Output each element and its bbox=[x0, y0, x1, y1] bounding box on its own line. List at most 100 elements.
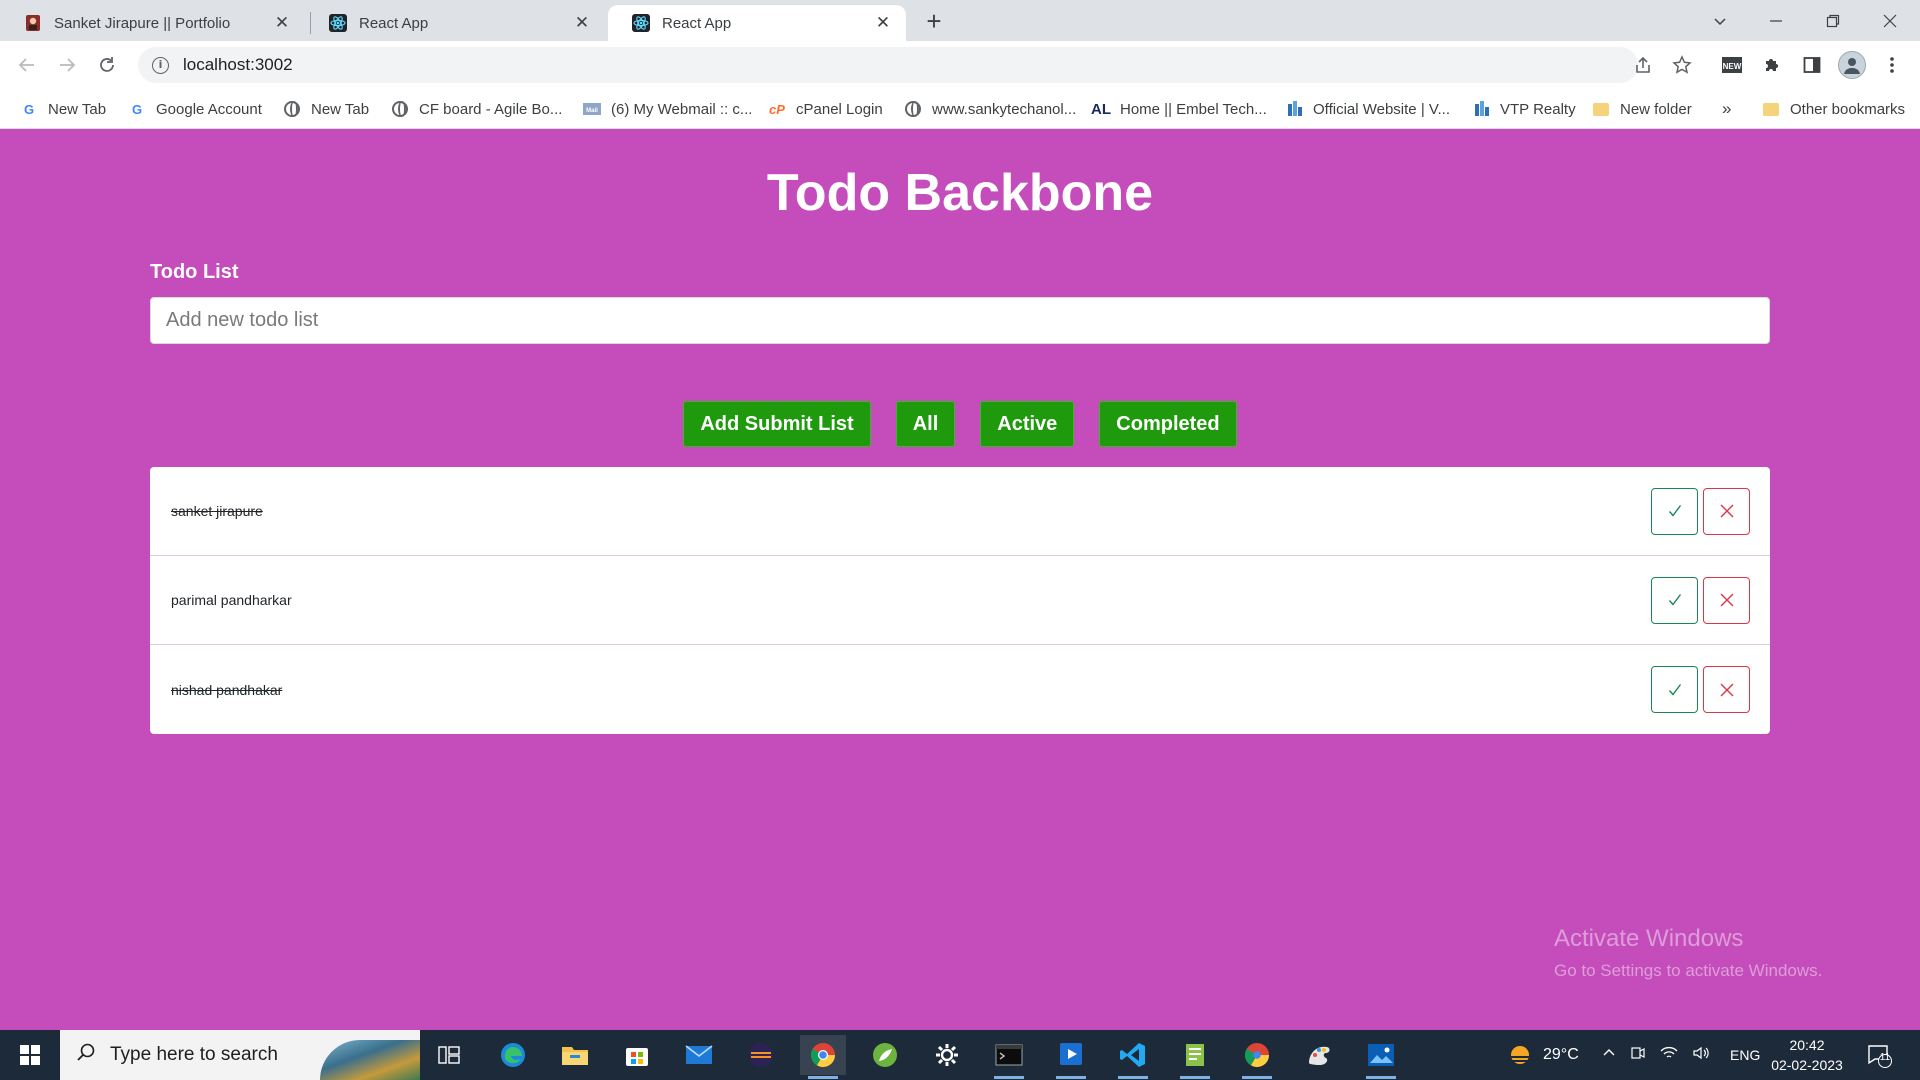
search-icon bbox=[76, 1042, 96, 1068]
activate-windows-watermark: Activate Windows Go to Settings to activ… bbox=[1554, 925, 1822, 981]
meet-now-icon[interactable] bbox=[1630, 1045, 1646, 1066]
chevron-up-icon[interactable] bbox=[1602, 1046, 1616, 1065]
filter-active-button[interactable]: Active bbox=[980, 401, 1075, 447]
extensions-puzzle-icon[interactable] bbox=[1758, 51, 1786, 79]
todo-item: parimal pandharkar bbox=[150, 556, 1770, 645]
settings-gear-icon[interactable] bbox=[924, 1035, 970, 1075]
bookmark-star-icon[interactable] bbox=[1667, 47, 1697, 83]
bookmark-sankytechanol[interactable]: www.sankytechanol... bbox=[904, 97, 1076, 121]
volume-icon[interactable] bbox=[1692, 1045, 1710, 1066]
react-favicon-icon bbox=[632, 14, 650, 32]
filter-completed-button[interactable]: Completed bbox=[1099, 401, 1237, 447]
site-info-icon[interactable]: i bbox=[152, 56, 169, 74]
mail-icon[interactable] bbox=[676, 1035, 722, 1075]
todo-list: sanket jirapure parimal pandharkar nisha… bbox=[150, 467, 1770, 734]
edge-browser-icon[interactable] bbox=[490, 1035, 536, 1075]
todo-app: Todo Backbone Todo List Add Submit List … bbox=[0, 129, 1920, 1030]
taskbar-search-box[interactable]: Type here to search bbox=[60, 1030, 420, 1080]
close-window-icon[interactable] bbox=[1862, 0, 1918, 41]
terminal-icon[interactable] bbox=[986, 1035, 1032, 1079]
more-bookmarks-chevron-icon[interactable]: » bbox=[1722, 97, 1731, 121]
watermark-subtitle: Go to Settings to activate Windows. bbox=[1554, 961, 1823, 980]
bookmark-webmail[interactable]: Mail (6) My Webmail :: c... bbox=[583, 97, 752, 121]
complete-todo-button[interactable] bbox=[1651, 576, 1698, 624]
photos-icon[interactable] bbox=[1358, 1035, 1404, 1079]
address-bar[interactable]: i localhost:3002 bbox=[138, 47, 1638, 83]
back-arrow-icon[interactable] bbox=[13, 51, 41, 79]
close-icon[interactable]: ✕ bbox=[874, 14, 892, 32]
bookmark-label: Official Website | V... bbox=[1313, 100, 1451, 118]
filter-all-button[interactable]: All bbox=[895, 401, 956, 447]
todo-list-label: Todo List bbox=[150, 261, 239, 283]
restore-icon[interactable] bbox=[1805, 0, 1861, 41]
browser-tab-portfolio[interactable]: Sanket Jirapure || Portfolio ✕ bbox=[0, 5, 305, 41]
checkmark-icon bbox=[1668, 594, 1681, 606]
globe-icon bbox=[904, 100, 922, 118]
tab-title: Sanket Jirapure || Portfolio bbox=[54, 14, 231, 32]
globe-icon bbox=[391, 100, 409, 118]
close-icon[interactable]: ✕ bbox=[573, 14, 591, 32]
bookmark-label: Google Account bbox=[156, 100, 262, 118]
bookmark-label: New folder bbox=[1620, 100, 1692, 118]
weather-temperature: 29°C bbox=[1543, 1046, 1579, 1063]
wifi-icon[interactable] bbox=[1660, 1045, 1678, 1066]
delete-todo-button[interactable] bbox=[1703, 487, 1750, 535]
browser-tab-react-app[interactable]: React App ✕ bbox=[305, 5, 605, 41]
bookmark-google-account[interactable]: G Google Account bbox=[128, 97, 262, 121]
address-text: localhost:3002 bbox=[183, 55, 293, 74]
add-submit-list-button[interactable]: Add Submit List bbox=[683, 401, 871, 447]
bookmark-new-folder[interactable]: New folder bbox=[1592, 97, 1692, 121]
microsoft-store-icon[interactable] bbox=[614, 1035, 660, 1075]
new-todo-input[interactable] bbox=[150, 297, 1770, 344]
bookmark-new-tab[interactable]: G New Tab bbox=[20, 97, 106, 121]
vscode-icon[interactable] bbox=[1110, 1035, 1156, 1079]
eclipse-ide-icon[interactable] bbox=[738, 1035, 784, 1075]
delete-todo-button[interactable] bbox=[1703, 666, 1750, 713]
close-icon bbox=[1720, 504, 1733, 518]
delete-todo-button[interactable] bbox=[1703, 576, 1750, 624]
bookmark-other-bookmarks[interactable]: Other bookmarks bbox=[1762, 97, 1905, 121]
side-panel-icon[interactable] bbox=[1798, 51, 1826, 79]
language-indicator[interactable]: ENG bbox=[1730, 1047, 1760, 1063]
notepad-icon[interactable] bbox=[1172, 1035, 1218, 1079]
paint-icon[interactable] bbox=[1296, 1035, 1342, 1075]
bookmark-cf-board[interactable]: CF board - Agile Bo... bbox=[391, 97, 562, 121]
chrome-menu-icon[interactable] bbox=[1878, 51, 1906, 79]
bookmark-official-website[interactable]: Official Website | V... bbox=[1285, 97, 1450, 121]
cpanel-icon: cP bbox=[769, 101, 785, 117]
notification-center-icon[interactable]: 11 bbox=[1866, 1030, 1892, 1080]
svg-text:Mail: Mail bbox=[586, 108, 598, 114]
clock-date: 02-02-2023 bbox=[1771, 1057, 1843, 1073]
weather-sun-icon bbox=[1509, 1046, 1531, 1064]
bookmark-label: Home || Embel Tech... bbox=[1120, 100, 1267, 118]
bookmark-new-tab-2[interactable]: New Tab bbox=[283, 97, 369, 121]
reload-icon[interactable] bbox=[93, 51, 121, 79]
file-explorer-icon[interactable] bbox=[552, 1035, 598, 1075]
news-extension-icon[interactable]: NEW bbox=[1718, 51, 1746, 79]
media-player-icon[interactable] bbox=[1048, 1035, 1094, 1079]
profile-avatar-icon[interactable] bbox=[1838, 51, 1866, 79]
minimize-icon[interactable] bbox=[1748, 0, 1804, 41]
bookmark-embel-tech[interactable]: AL Home || Embel Tech... bbox=[1091, 97, 1267, 121]
filter-button-row: Add Submit List All Active Completed bbox=[0, 401, 1920, 447]
taskbar-clock[interactable]: 20:42 02-02-2023 bbox=[1762, 1035, 1852, 1075]
tab-search-chevron-icon[interactable] bbox=[1692, 0, 1748, 41]
close-icon[interactable]: ✕ bbox=[273, 14, 291, 32]
share-icon[interactable] bbox=[1628, 47, 1658, 83]
webmail-icon: Mail bbox=[583, 100, 601, 118]
new-tab-plus-icon[interactable]: + bbox=[920, 8, 948, 36]
system-tray-icons: ENG bbox=[1602, 1030, 1760, 1080]
complete-todo-button[interactable] bbox=[1651, 487, 1698, 535]
browser-tab-react-app-active[interactable]: React App ✕ bbox=[608, 5, 906, 41]
weather-widget[interactable]: 29°C bbox=[1505, 1030, 1579, 1080]
windows-start-icon[interactable] bbox=[0, 1030, 60, 1080]
vtp-icon bbox=[1285, 100, 1303, 118]
chrome-profile-icon[interactable] bbox=[1234, 1035, 1280, 1079]
complete-todo-button[interactable] bbox=[1651, 666, 1698, 713]
task-view-icon[interactable] bbox=[426, 1035, 472, 1075]
chrome-taskbar-icon[interactable] bbox=[800, 1035, 846, 1079]
forward-arrow-icon[interactable] bbox=[53, 51, 81, 79]
spring-tool-icon[interactable] bbox=[862, 1035, 908, 1075]
bookmark-vtp-realty[interactable]: VTP Realty bbox=[1472, 97, 1576, 121]
bookmark-cpanel[interactable]: cP cPanel Login bbox=[768, 97, 883, 121]
